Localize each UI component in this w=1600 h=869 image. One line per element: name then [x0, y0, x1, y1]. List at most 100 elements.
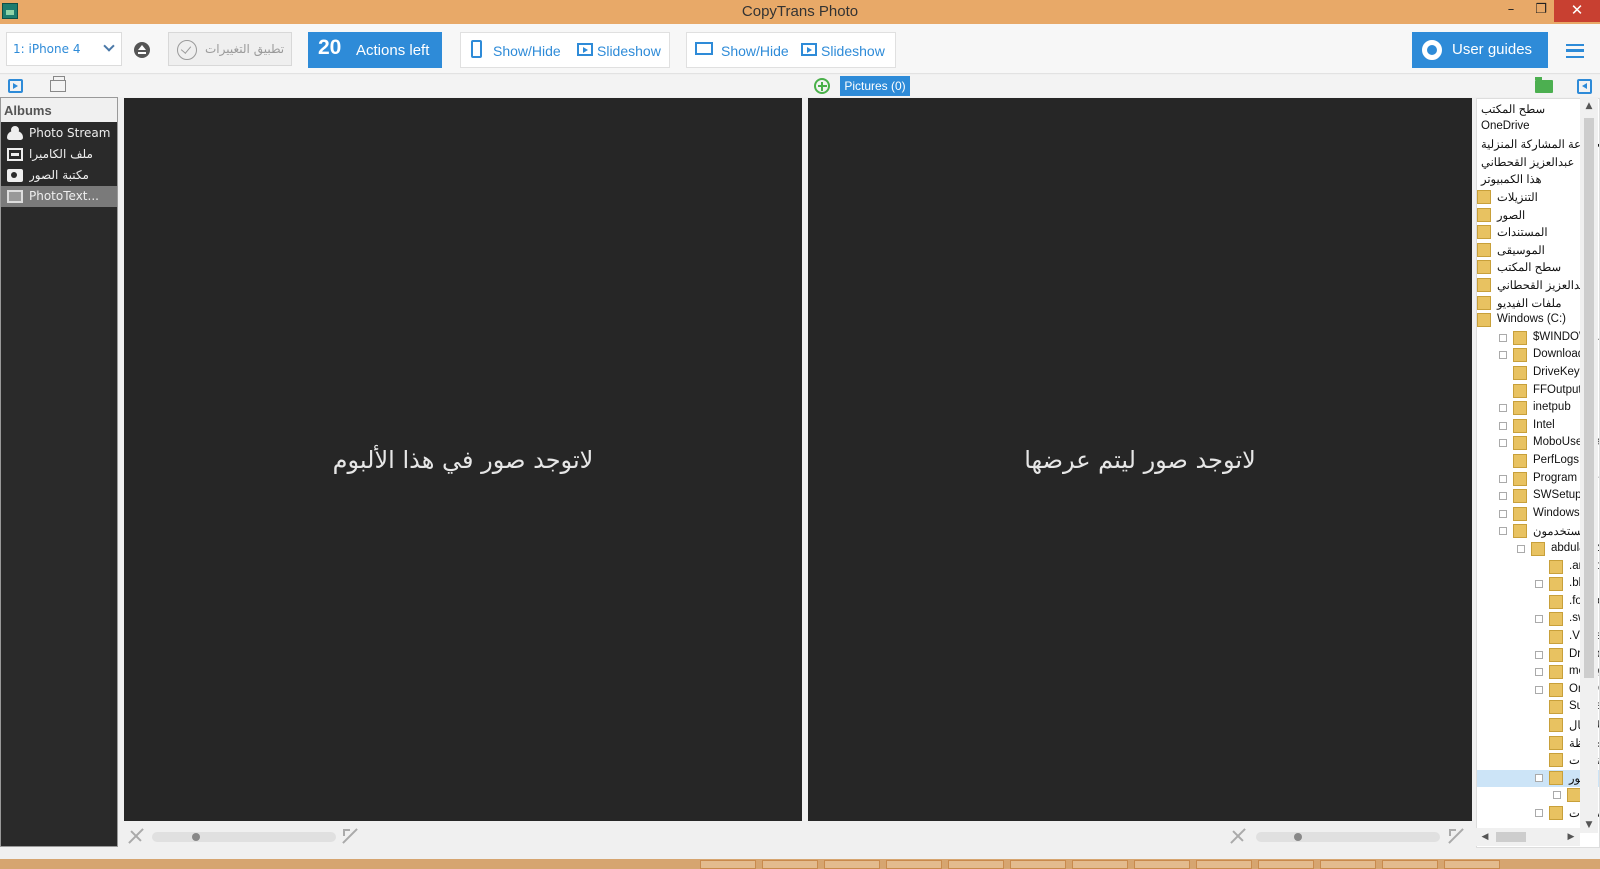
- device-slideshow-button[interactable]: Slideshow: [573, 33, 669, 67]
- taskbar-item[interactable]: [1320, 860, 1376, 869]
- play-slideshow-icon[interactable]: [8, 79, 23, 93]
- folder-icon: [1567, 788, 1581, 803]
- tree-item-label: عبدالعزيز القحطاني: [1497, 280, 1591, 292]
- folder-icon: [1531, 542, 1545, 556]
- zoom-slider[interactable]: [1256, 832, 1440, 842]
- zoom-in-icon[interactable]: [342, 828, 358, 844]
- tree-expander-icon[interactable]: [1535, 685, 1543, 694]
- folder-icon: [1477, 278, 1491, 292]
- zoom-in-icon[interactable]: [1448, 828, 1464, 844]
- taskbar-item[interactable]: [1010, 860, 1066, 869]
- tree-item-label: PerfLogs: [1533, 454, 1580, 466]
- tree-item-label: مستخدمون: [1533, 526, 1587, 539]
- folder-icon: [1549, 753, 1563, 768]
- pc-view-group: Show/Hide Slideshow: [686, 32, 896, 68]
- tree-expander-icon[interactable]: [1535, 615, 1543, 624]
- tab-pictures[interactable]: Pictures (0): [840, 76, 910, 96]
- user-guides-label: User guides: [1452, 41, 1533, 58]
- pc-show-hide-button[interactable]: Show/Hide: [687, 33, 795, 67]
- tree-expander-icon[interactable]: [1517, 545, 1525, 553]
- taskbar-item[interactable]: [1134, 860, 1190, 869]
- folder-icon[interactable]: [1535, 77, 1553, 93]
- taskbar-item[interactable]: [1444, 860, 1500, 869]
- pc-slideshow-button[interactable]: Slideshow: [799, 33, 895, 67]
- taskbar-item[interactable]: [824, 860, 880, 869]
- tree-item-label: OneDrive: [1481, 119, 1530, 132]
- tree-expander-icon[interactable]: [1499, 421, 1507, 430]
- device-photos-pane[interactable]: لاتوجد صور في هذا الألبوم: [124, 98, 802, 821]
- tree-expander-icon[interactable]: [1499, 351, 1507, 360]
- taskbar-item[interactable]: [1258, 860, 1314, 869]
- tree-expander-icon[interactable]: [1499, 474, 1507, 483]
- scroll-up-icon[interactable]: ▲: [1580, 98, 1598, 114]
- tree-expander-icon[interactable]: [1535, 650, 1543, 659]
- device-show-hide-button[interactable]: Show/Hide: [461, 33, 569, 67]
- pc-photos-pane[interactable]: لاتوجد صور ليتم عرضها: [808, 98, 1472, 821]
- title-bar[interactable]: CopyTrans Photo – ❐ ✕: [0, 0, 1600, 24]
- user-guides-button[interactable]: User guides: [1412, 32, 1548, 68]
- album-item-camera-roll[interactable]: ملف الكاميرا: [1, 144, 117, 165]
- album-item-photo-library[interactable]: مكتبة الصور: [1, 165, 117, 186]
- zoom-out-icon[interactable]: [128, 828, 144, 844]
- sub-toolbar: Pictures (0): [0, 75, 1600, 97]
- new-album-icon[interactable]: [50, 76, 66, 92]
- taskbar-item[interactable]: [948, 860, 1004, 869]
- zoom-slider[interactable]: [152, 832, 336, 842]
- scroll-right-icon[interactable]: ▶: [1562, 829, 1580, 845]
- scrollbar-thumb[interactable]: [1496, 832, 1526, 842]
- tree-expander-icon[interactable]: [1535, 809, 1543, 817]
- tree-item-label: inetpub: [1533, 401, 1571, 414]
- taskbar-item[interactable]: [700, 860, 756, 869]
- tree-expander-icon[interactable]: [1499, 333, 1507, 342]
- folder-icon: [1549, 559, 1563, 574]
- scrollbar-thumb[interactable]: [1584, 118, 1594, 678]
- tree-expander-icon[interactable]: [1535, 773, 1543, 782]
- apply-changes-button[interactable]: تطبيق التغييرات: [168, 32, 292, 66]
- close-button[interactable]: ✕: [1554, 0, 1600, 22]
- tree-expander-icon[interactable]: [1535, 668, 1543, 677]
- pc-zoom-bar: [808, 825, 1472, 847]
- minimize-button[interactable]: –: [1496, 0, 1526, 22]
- cloud-icon: [7, 126, 23, 140]
- tree-horizontal-scrollbar[interactable]: ◀ ▶: [1476, 828, 1580, 846]
- scroll-left-icon[interactable]: ◀: [1476, 829, 1494, 845]
- menu-icon[interactable]: [1566, 44, 1584, 58]
- eject-icon[interactable]: [134, 42, 150, 58]
- device-select[interactable]: 1: iPhone 4: [6, 32, 122, 66]
- tree-vertical-scrollbar[interactable]: ▲ ▼: [1580, 98, 1598, 833]
- folder-icon: [1549, 718, 1563, 732]
- monitor-icon: [695, 42, 713, 55]
- pc-empty-message: لاتوجد صور ليتم عرضها: [1024, 446, 1256, 474]
- tree-expander-icon[interactable]: [1499, 404, 1507, 413]
- album-item-phototext[interactable]: PhotoText...: [1, 186, 117, 207]
- zoom-slider-thumb[interactable]: [192, 833, 200, 841]
- tree-item-label: DriveKey: [1533, 366, 1580, 378]
- taskbar-item[interactable]: [1196, 860, 1252, 869]
- zoom-slider-thumb[interactable]: [1294, 833, 1302, 841]
- taskbar-item[interactable]: [1382, 860, 1438, 869]
- phototext-icon: [7, 190, 23, 203]
- taskbar-item[interactable]: [762, 860, 818, 869]
- pc-slideshow-label: Slideshow: [821, 43, 885, 59]
- taskbar-item[interactable]: [886, 860, 942, 869]
- album-item-photo-stream[interactable]: Photo Stream: [1, 123, 117, 144]
- add-pictures-icon[interactable]: [814, 78, 830, 94]
- tree-expander-icon[interactable]: [1499, 439, 1507, 448]
- tree-expander-icon[interactable]: [1553, 791, 1561, 800]
- folder-icon: [1513, 524, 1527, 539]
- album-label: PhotoText...: [29, 189, 99, 203]
- folder-icon: [1477, 225, 1491, 240]
- zoom-out-icon[interactable]: [1230, 828, 1246, 844]
- tree-item-label: Windows: [1533, 506, 1580, 519]
- taskbar-item[interactable]: [1072, 860, 1128, 869]
- tree-expander-icon[interactable]: [1499, 527, 1507, 536]
- albums-header: Albums: [1, 98, 117, 122]
- maximize-button[interactable]: ❐: [1526, 0, 1556, 22]
- tree-expander-icon[interactable]: [1535, 580, 1543, 589]
- collapse-panel-icon[interactable]: [1577, 79, 1592, 94]
- tree-expander-icon[interactable]: [1499, 509, 1507, 518]
- scroll-down-icon[interactable]: ▼: [1580, 817, 1598, 833]
- actions-left-button[interactable]: 20 Actions left: [308, 32, 442, 68]
- folder-icon: [1513, 471, 1527, 486]
- tree-expander-icon[interactable]: [1499, 492, 1507, 501]
